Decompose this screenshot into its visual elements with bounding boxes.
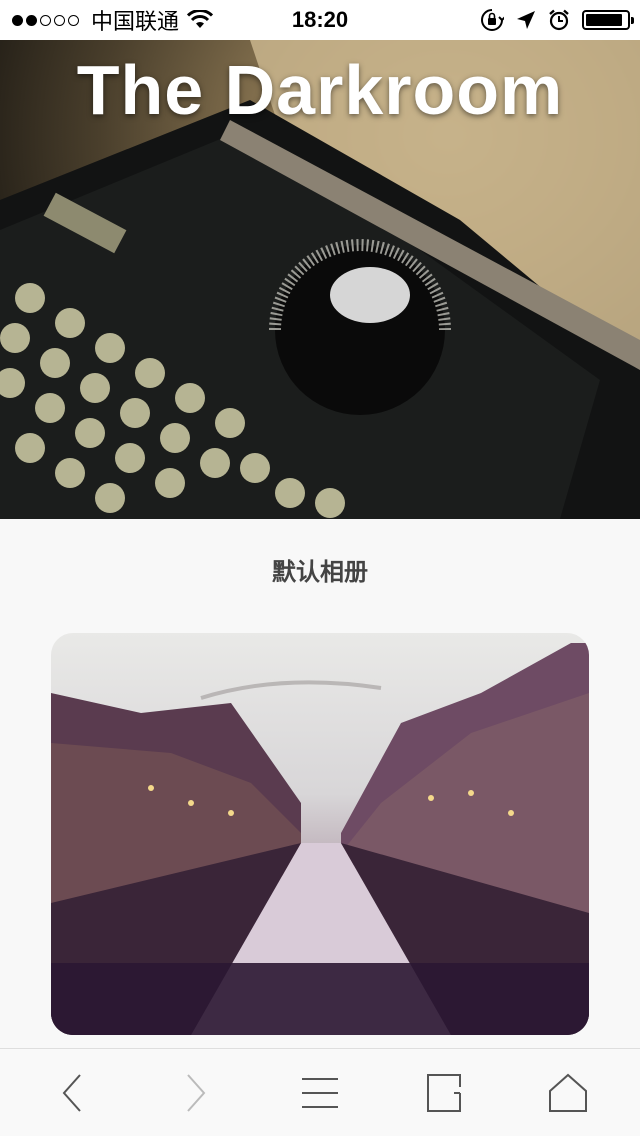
orientation-lock-icon — [481, 9, 504, 31]
signal-dot — [54, 14, 65, 26]
wifi-icon — [187, 10, 214, 28]
signal-dot — [68, 14, 79, 26]
album-title[interactable]: 默认相册 — [0, 552, 640, 587]
chevron-right-icon — [187, 1074, 206, 1112]
status-left: 中国联通 — [12, 0, 214, 40]
hero-title: The Darkroom — [76, 51, 564, 129]
signal-dot — [40, 14, 51, 26]
home-icon — [549, 1073, 587, 1112]
location-arrow-icon — [517, 11, 535, 29]
album-cover-image[interactable] — [51, 633, 589, 1035]
hero-image: The Darkroom — [0, 40, 640, 519]
home-button[interactable] — [544, 1069, 592, 1117]
chevron-left-icon — [62, 1074, 81, 1112]
bottom-toolbar — [0, 1048, 640, 1136]
signal-dot — [26, 14, 37, 26]
status-right — [480, 0, 634, 40]
battery-level — [586, 14, 622, 26]
browser-frame: 中国联通 18:20 The Darkroom 默认相册 — [0, 0, 640, 1136]
back-button[interactable] — [48, 1069, 96, 1117]
canal-city-photo — [51, 643, 589, 1035]
menu-icon — [302, 1078, 338, 1108]
battery-icon — [582, 10, 634, 30]
tabs-button[interactable] — [420, 1069, 468, 1117]
alarm-icon — [549, 9, 569, 31]
carrier-name: 中国联通 — [91, 9, 180, 34]
signal-strength-icon — [12, 14, 79, 26]
forward-button[interactable] — [172, 1069, 220, 1117]
battery-tip — [631, 17, 634, 24]
signal-dot — [12, 14, 23, 26]
menu-button[interactable] — [296, 1069, 344, 1117]
tabs-icon — [427, 1074, 461, 1112]
status-bar: 中国联通 18:20 — [0, 0, 640, 40]
